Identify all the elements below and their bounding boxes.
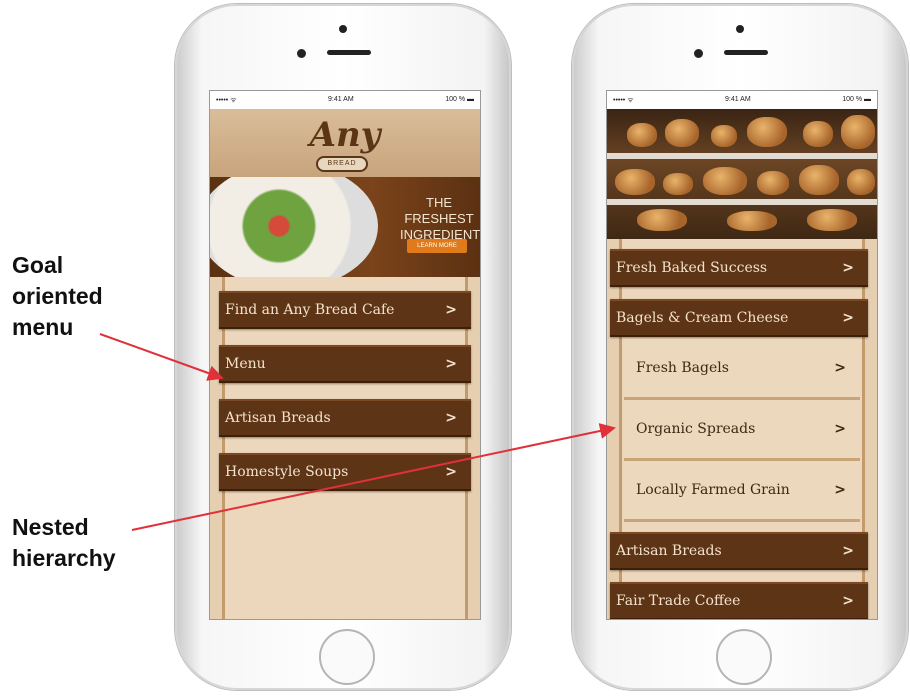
arrow-goal-to-menu [99,333,224,381]
annotation-arrows [99,333,616,531]
arrow-nested-to-organic-spreads [131,423,616,531]
